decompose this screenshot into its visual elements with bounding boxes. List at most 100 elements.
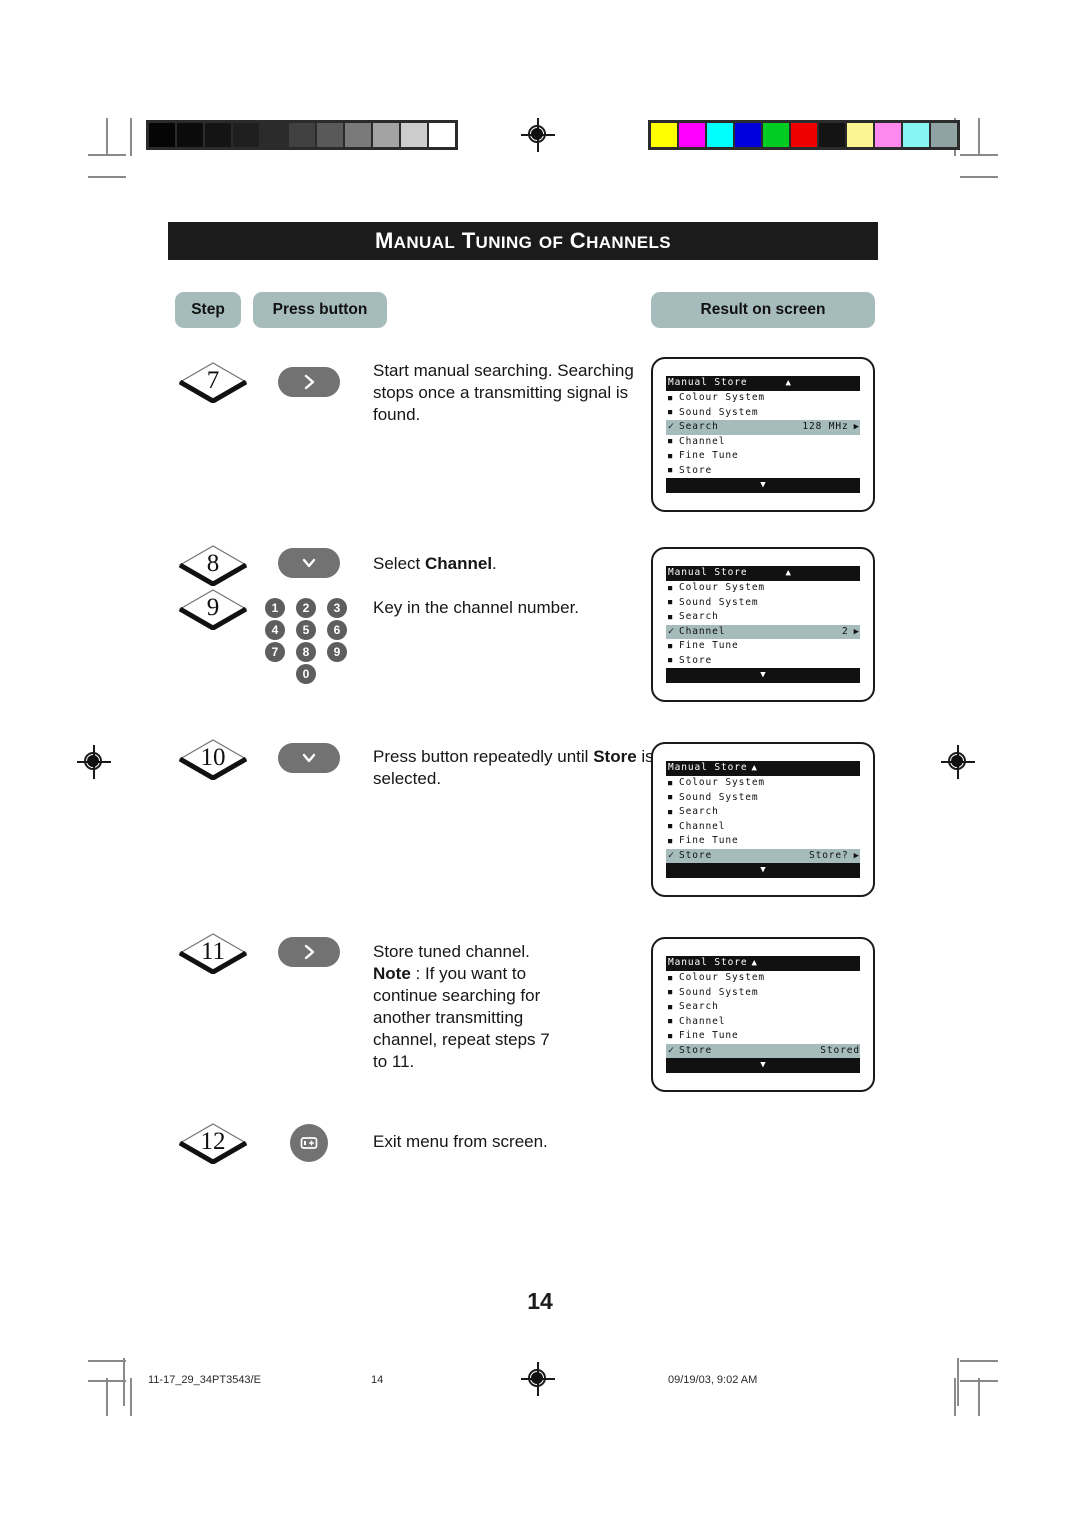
keypad-key-3[interactable]: 3 (327, 598, 347, 618)
osd-item-label: Colour System (679, 582, 766, 593)
result-screen-step7: Manual Store ▲ ■ Colour System ■ Sound System… (651, 357, 875, 512)
step-number-12: 12 (200, 1128, 226, 1155)
osd-title-text: Manual Store (668, 762, 748, 774)
osd-menu-item[interactable]: ■ Channel (666, 1015, 860, 1030)
result-screen-step10: Manual Store ▲ ■ Colour System ■ Sound System… (651, 742, 875, 897)
osd-menu-item[interactable]: ■ Fine Tune (666, 639, 860, 654)
keypad-key-1[interactable]: 1 (265, 598, 285, 618)
keypad-key-5[interactable]: 5 (296, 620, 316, 640)
bullet-square-icon: ■ (668, 466, 674, 475)
osd-title-text: Manual Store (668, 567, 748, 579)
osd-item-label: Colour System (679, 392, 766, 403)
bullet-square-icon: ■ (668, 393, 674, 402)
osd-item-label: Search (679, 1001, 719, 1012)
osd-menu-item[interactable]: ■ Fine Tune (666, 1029, 860, 1044)
menu-screen-icon (300, 1137, 318, 1149)
osd-item-label: Store (679, 849, 713, 861)
osd-menu-item[interactable]: ■ Fine Tune (666, 449, 860, 464)
button-chevron-right-step11[interactable] (278, 937, 340, 967)
osd-menu-item[interactable]: ■ Channel (666, 820, 860, 835)
osd-menu-item[interactable]: ■ Sound System (666, 791, 860, 806)
osd-menu-item[interactable]: ■ Channel (666, 435, 860, 450)
osd-menu-item[interactable]: ■ Search (666, 805, 860, 820)
osd-menu-item[interactable]: ✓ Channel 2 ▶ (666, 624, 860, 640)
bullet-square-icon: ■ (668, 437, 674, 446)
check-icon: ✓ (668, 421, 675, 433)
scroll-up-arrow-icon: ▲ (785, 378, 792, 389)
osd-title-bar: Manual Store ▲ (666, 376, 860, 391)
grayscale-swatch-5 (289, 123, 315, 147)
chevron-right-icon (304, 374, 315, 390)
osd-item-label: Store (679, 464, 713, 476)
osd-item-label: Fine Tune (679, 450, 739, 461)
osd-menu-item[interactable]: ✓ Store Stored (666, 1043, 860, 1059)
check-icon: ✓ (668, 625, 675, 637)
osd-menu-item[interactable]: ■ Store (666, 464, 860, 479)
osd-menu-item[interactable]: ■ Colour System (666, 391, 860, 406)
osd-menu-item[interactable]: ■ Search (666, 1000, 860, 1015)
bullet-square-icon: ■ (668, 778, 674, 787)
bullet-square-icon: ■ (668, 583, 674, 592)
osd-item-value-text: 2 (842, 625, 849, 637)
osd-menu-item[interactable]: ■ Fine Tune (666, 834, 860, 849)
right-arrow-icon: ▶ (853, 850, 860, 861)
keypad-key-7[interactable]: 7 (265, 642, 285, 662)
right-arrow-icon: ▶ (853, 626, 860, 637)
osd-title-text: Manual Store (668, 957, 748, 969)
osd-item-value: Stored (820, 1044, 860, 1059)
keypad-key-4[interactable]: 4 (265, 620, 285, 640)
osd-menu-item[interactable]: ■ Sound System (666, 986, 860, 1001)
osd-menu-item[interactable]: ■ Colour System (666, 971, 860, 986)
chevron-down-icon (302, 558, 316, 568)
color-swatch-3 (735, 123, 761, 147)
button-chevron-down-step10[interactable] (278, 743, 340, 773)
keypad-key-8[interactable]: 8 (296, 642, 316, 662)
osd-item-label: Fine Tune (679, 640, 739, 651)
grayscale-calibration-strip (146, 120, 458, 150)
osd-menu-item[interactable]: ■ Sound System (666, 596, 860, 611)
chevron-right-icon (304, 944, 315, 960)
osd-item-value: 128 MHz ▶ (802, 420, 860, 435)
osd-menu-item[interactable]: ■ Sound System (666, 406, 860, 421)
color-swatch-4 (763, 123, 789, 147)
step-number-7: 7 (206, 367, 220, 394)
check-icon: ✓ (668, 1044, 675, 1056)
keypad-key-9[interactable]: 9 (327, 642, 347, 662)
osd-item-value: 2 ▶ (842, 625, 860, 640)
scroll-up-arrow-icon: ▲ (751, 958, 758, 969)
step-marker-8: 8 (178, 544, 248, 586)
keypad-key-2[interactable]: 2 (296, 598, 316, 618)
scroll-down-arrow-icon: ▼ (666, 668, 860, 683)
osd-menu-item[interactable]: ✓ Store Store? ▶ (666, 848, 860, 863)
column-header-result-on-screen: Result on screen (651, 292, 875, 328)
osd-menu-item[interactable]: ■ Colour System (666, 581, 860, 596)
osd-item-value-text: Store? (808, 849, 849, 861)
osd-menu-item[interactable]: ✓ Search 128 MHz ▶ (666, 420, 860, 435)
keypad-key-6[interactable]: 6 (327, 620, 347, 640)
osd-menu-item[interactable]: ■ Store (666, 654, 860, 669)
keypad-key-0[interactable]: 0 (296, 664, 316, 684)
osd-menu: Manual Store ▲ ■ Colour System ■ Sound System… (666, 376, 860, 493)
grayscale-swatch-9 (401, 123, 427, 147)
footer-rule-left (123, 1358, 125, 1406)
color-swatch-2 (707, 123, 733, 147)
osd-item-label: Search (679, 806, 719, 817)
osd-item-label: Channel (679, 820, 726, 832)
bullet-square-icon: ■ (668, 641, 674, 650)
osd-title-bar: Manual Store ▲ (666, 956, 860, 971)
grayscale-swatch-10 (429, 123, 455, 147)
step-marker-9: 9 (178, 588, 248, 630)
numeric-keypad[interactable]: 123 456 7890 (265, 598, 347, 686)
button-chevron-down-step8[interactable] (278, 548, 340, 578)
step-text-11: Store tuned channel. Note : If you want t… (373, 942, 550, 1071)
button-menu-screen-step12[interactable] (290, 1124, 328, 1162)
osd-item-label: Channel (679, 435, 726, 447)
bullet-square-icon: ■ (668, 656, 674, 665)
osd-menu-item[interactable]: ■ Colour System (666, 776, 860, 791)
osd-title-bar: Manual Store ▲ (666, 761, 860, 776)
grayscale-swatch-2 (205, 123, 231, 147)
step-number-10: 10 (200, 744, 226, 771)
osd-menu-item[interactable]: ■ Search (666, 610, 860, 625)
registration-target-right (941, 745, 975, 779)
button-chevron-right-step7[interactable] (278, 367, 340, 397)
